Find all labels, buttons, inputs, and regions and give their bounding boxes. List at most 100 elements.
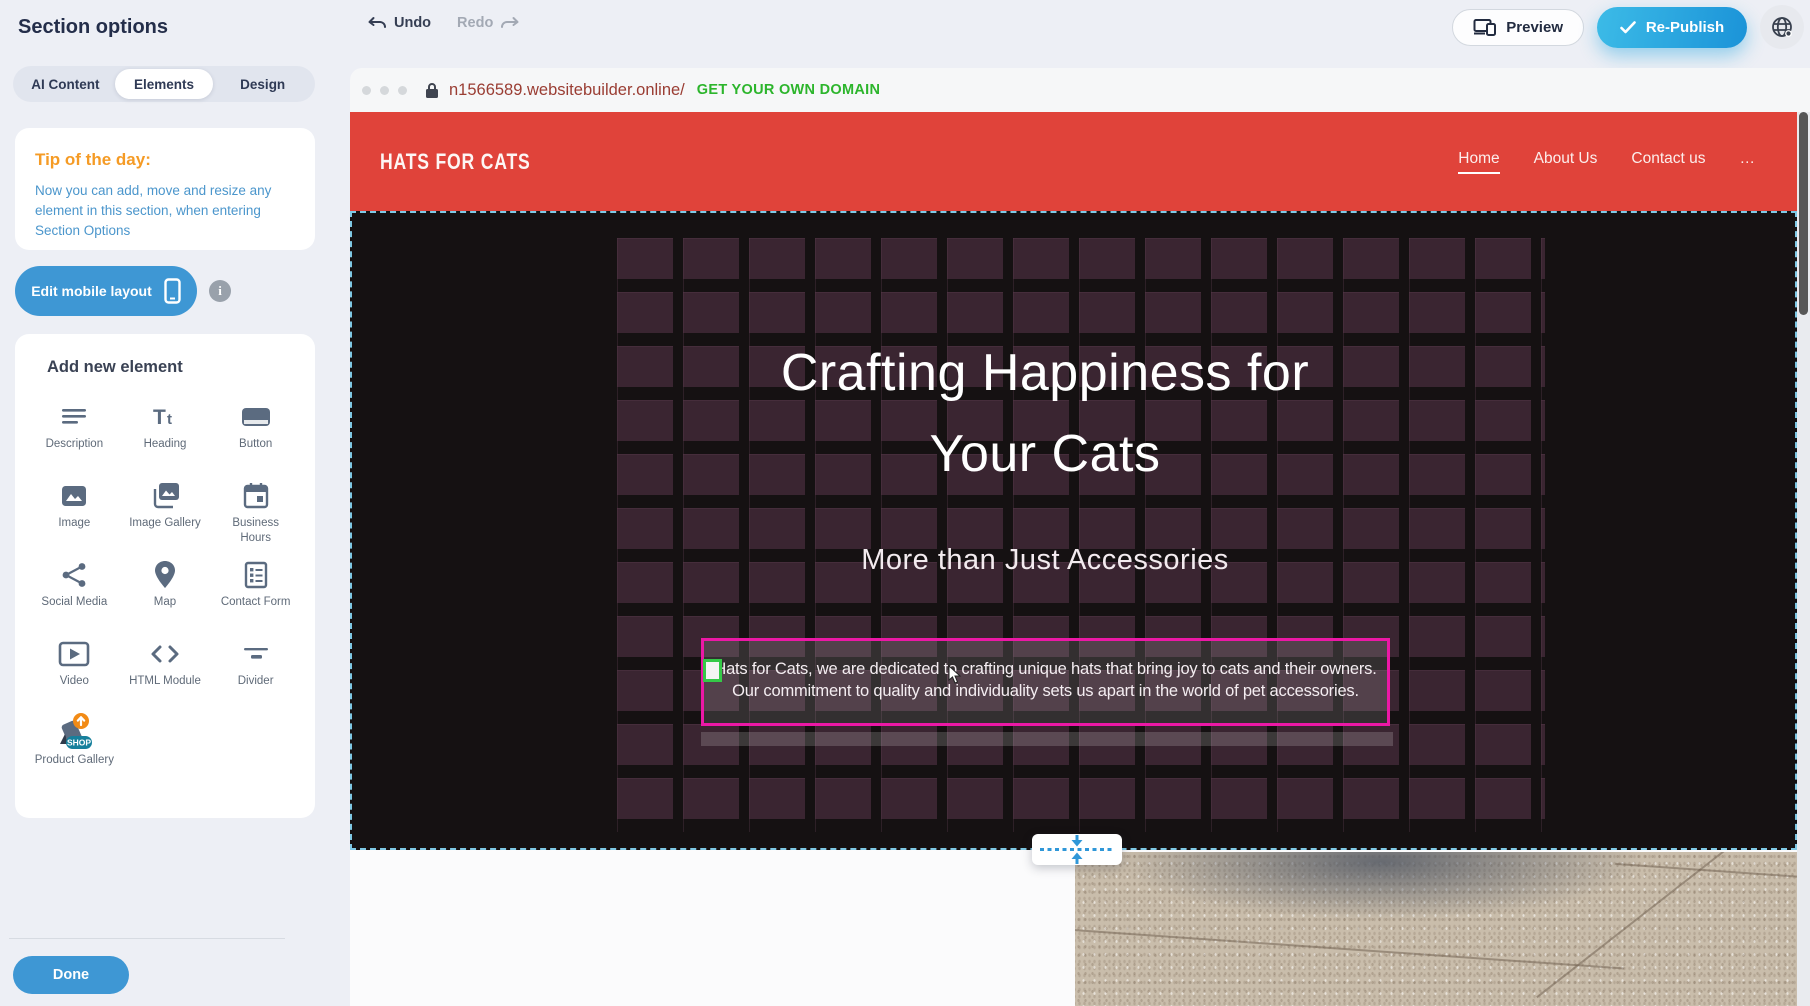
browser-chrome: n1566589.websitebuilder.online/ GET YOUR… [350,68,1810,112]
next-section[interactable] [350,852,1797,1006]
hero-subheading[interactable]: More than Just Accessories [665,544,1425,577]
element-map[interactable]: Map [120,555,211,634]
site-header: HATS FOR CATS Home About Us Contact us … [350,112,1797,211]
element-label: Product Gallery [35,753,114,768]
tab-ai-content[interactable]: AI Content [16,69,115,99]
add-element-title: Add new element [47,358,301,377]
republish-label: Re-Publish [1646,19,1724,36]
redo-button[interactable]: Redo [457,15,519,31]
edit-mobile-label: Edit mobile layout [31,283,152,299]
element-label: Contact Form [221,595,291,610]
map-icon [153,555,177,595]
element-product-gallery[interactable]: SHOP Product Gallery [29,713,120,792]
element-label: HTML Module [129,674,201,689]
nav-home[interactable]: Home [1458,150,1499,174]
site-nav: Home About Us Contact us … [1458,112,1755,211]
preview-devices-icon [1473,18,1497,36]
social-media-icon [59,555,89,595]
element-business-hours[interactable]: Business Hours [210,476,301,555]
panel-tabs: AI ContentElementsDesign [13,66,315,102]
site-logo[interactable]: HATS FOR CATS [380,149,531,175]
element-button[interactable]: Button [210,397,301,476]
tab-elements[interactable]: Elements [115,69,214,99]
heading-icon: Tt [150,397,180,437]
undo-redo-group: Undo Redo [368,15,519,31]
element-heading[interactable]: TtHeading [120,397,211,476]
resize-handle-left[interactable] [703,659,722,682]
tip-title: Tip of the day: [35,150,295,170]
paragraph-selection-box[interactable]: Hats for Cats, we are dedicated to craft… [701,638,1390,726]
element-label: Heading [144,437,187,452]
image-icon [59,476,89,516]
floor-photo [1075,852,1797,1006]
contact-form-icon [242,555,270,595]
element-label: Business Hours [216,516,296,546]
tab-design[interactable]: Design [213,69,312,99]
redo-icon [500,16,519,31]
element-image[interactable]: Image [29,476,120,555]
element-label: Video [60,674,89,689]
product-gallery-icon: SHOP [52,713,96,753]
element-video[interactable]: Video [29,634,120,713]
button-icon [240,397,272,437]
edit-mobile-layout-button[interactable]: Edit mobile layout [15,266,197,316]
element-contact-form[interactable]: Contact Form [210,555,301,634]
element-grid: DescriptionTtHeadingButtonImageImage Gal… [29,397,301,792]
description-icon [59,397,89,437]
topbar-actions: Preview Re-Publish [1452,5,1804,49]
element-divider[interactable]: Divider [210,634,301,713]
element-ghost-band [701,732,1393,746]
element-description[interactable]: Description [29,397,120,476]
done-button[interactable]: Done [13,956,129,994]
page-title: Section options [18,16,168,39]
info-icon[interactable]: i [209,280,231,302]
html-module-icon [149,634,181,674]
element-social-media[interactable]: Social Media [29,555,120,634]
element-label: Image [58,516,90,531]
nav-more[interactable]: … [1740,150,1756,174]
image-gallery-icon [149,476,181,516]
mouse-cursor-icon [948,665,962,685]
redo-label: Redo [457,15,493,31]
browser-traffic-dots [362,86,407,95]
preview-label: Preview [1506,19,1563,36]
nav-about-us[interactable]: About Us [1534,150,1598,174]
lock-icon [425,82,439,99]
language-globe-button[interactable] [1760,5,1804,49]
undo-label: Undo [394,15,431,31]
resize-arrows-icon [1036,835,1118,864]
hero-heading[interactable]: Crafting Happiness for Your Cats [665,333,1425,495]
preview-button[interactable]: Preview [1452,9,1584,46]
hero-paragraph-line2: Our commitment to quality and individual… [732,680,1359,702]
hero-heading-line2: Your Cats [665,414,1425,495]
tip-of-the-day-card: Tip of the day: Now you can add, move an… [15,128,315,250]
get-own-domain-link[interactable]: GET YOUR OWN DOMAIN [697,82,880,98]
element-label: Map [154,595,176,610]
business-hours-icon [241,476,271,516]
element-label: Button [239,437,272,452]
undo-button[interactable]: Undo [368,15,431,31]
undo-icon [368,16,387,31]
video-icon [58,634,90,674]
element-html-module[interactable]: HTML Module [120,634,211,713]
section-resize-handle[interactable] [1032,834,1122,865]
svg-text:T: T [153,406,166,429]
site-url[interactable]: n1566589.websitebuilder.online/ [449,81,685,100]
hero-section-selected[interactable]: Crafting Happiness for Your Cats More th… [350,211,1797,850]
tip-body: Now you can add, move and resize any ele… [35,181,295,241]
sidebar-divider [9,938,285,939]
globe-icon [1770,15,1794,39]
element-image-gallery[interactable]: Image Gallery [120,476,211,555]
republish-button[interactable]: Re-Publish [1597,7,1747,48]
element-label: Social Media [41,595,107,610]
add-new-element-card: Add new element DescriptionTtHeadingButt… [15,334,315,818]
element-label: Divider [238,674,274,689]
svg-text:SHOP: SHOP [67,738,91,748]
svg-text:t: t [167,411,172,428]
scrollbar-thumb[interactable] [1799,112,1808,315]
element-label: Image Gallery [129,516,201,531]
nav-contact-us[interactable]: Contact us [1631,150,1705,174]
divider-icon [241,634,271,674]
check-icon [1620,21,1636,34]
browser-scrollbar[interactable] [1797,112,1810,1006]
